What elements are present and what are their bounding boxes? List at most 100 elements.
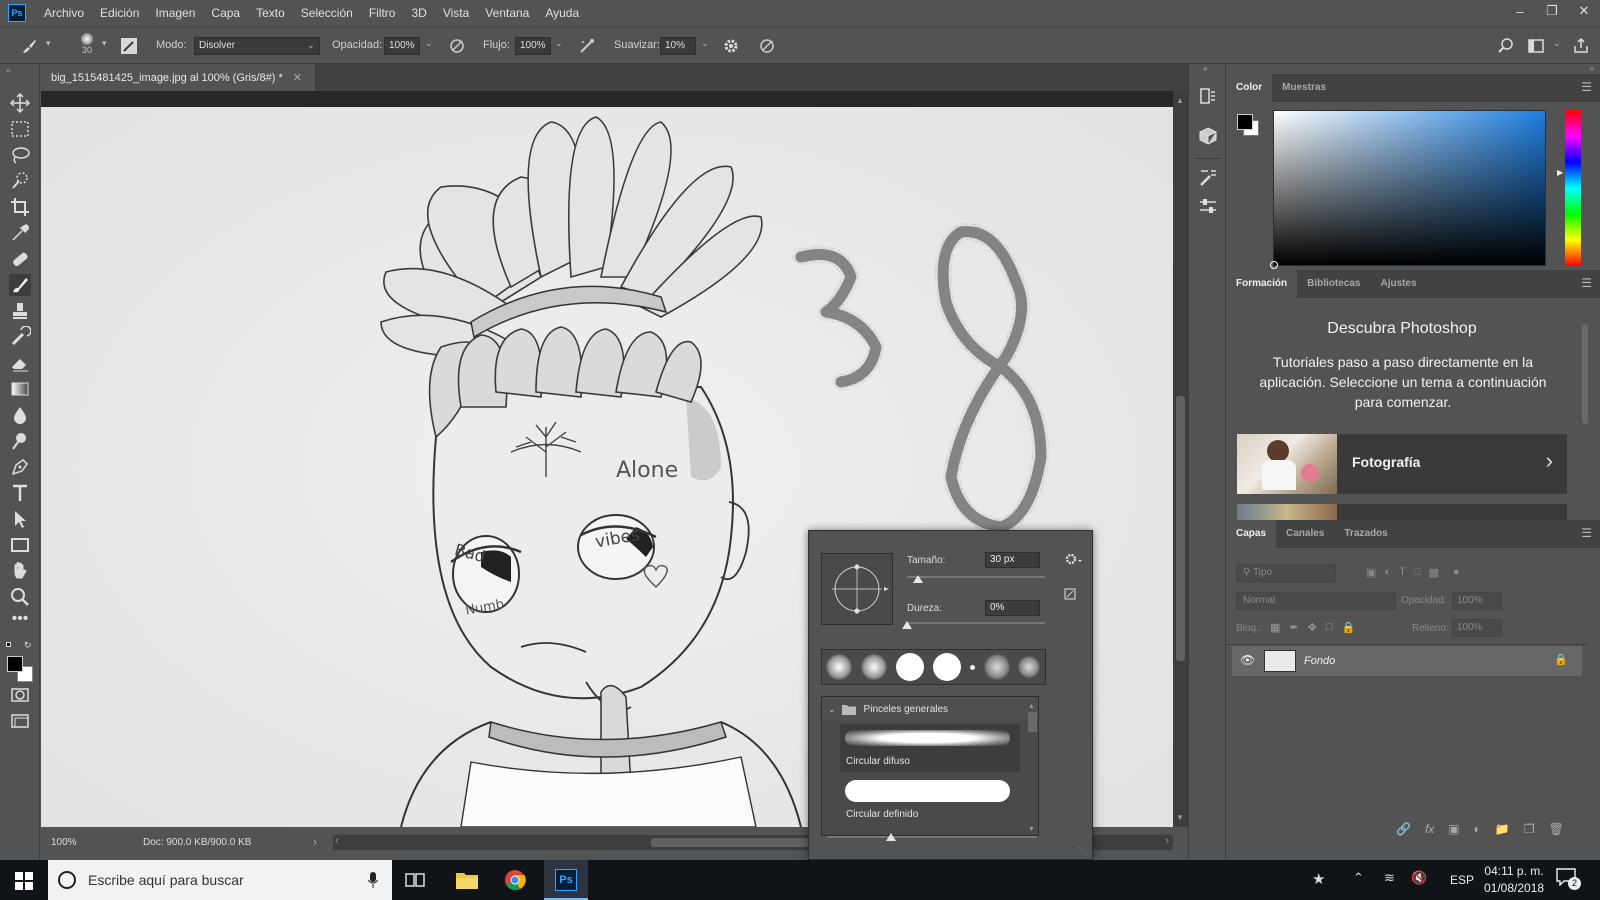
- properties-panel-icon[interactable]: [1198, 126, 1218, 146]
- flow-chevron-icon[interactable]: ⌄: [555, 38, 563, 49]
- rectangle-tool-icon[interactable]: [9, 534, 31, 556]
- topic-card-fotografia[interactable]: Fotografía ›: [1237, 434, 1567, 494]
- menu-3d[interactable]: 3D: [403, 0, 434, 26]
- brush-preset-picker[interactable]: 30: [75, 33, 99, 61]
- brush-item-circular-definido[interactable]: Circular definido: [840, 774, 1020, 824]
- filter-toggle-icon[interactable]: ●: [1453, 566, 1460, 579]
- people-icon[interactable]: ★: [1312, 870, 1325, 888]
- foreground-color-swatch[interactable]: [7, 656, 23, 672]
- file-explorer-button[interactable]: [448, 860, 486, 900]
- layer-filter-select[interactable]: ⚲ Tipo: [1236, 564, 1336, 582]
- tab-muestras[interactable]: Muestras: [1272, 74, 1336, 102]
- layers-panel-menu-icon[interactable]: ☰: [1581, 526, 1592, 540]
- network-icon[interactable]: ≋: [1384, 870, 1395, 886]
- tab-capas[interactable]: Capas: [1226, 520, 1277, 548]
- hardness-slider-track[interactable]: [907, 622, 1045, 624]
- learn-panel-menu-icon[interactable]: ☰: [1581, 276, 1592, 290]
- fx-icon[interactable]: fx: [1425, 822, 1434, 836]
- tab-color[interactable]: Color: [1226, 74, 1273, 102]
- recent-brush-tip[interactable]: [1018, 656, 1041, 678]
- size-input[interactable]: 30 px: [985, 552, 1040, 568]
- color-panel-menu-icon[interactable]: ☰: [1581, 80, 1592, 94]
- brush-list-scrollbar[interactable]: ▲ ▼: [1028, 703, 1038, 833]
- brush-folder-row[interactable]: ⌄ Pinceles generales: [822, 697, 1038, 721]
- scroll-left-icon[interactable]: ‹: [335, 835, 339, 847]
- brush-tool-icon[interactable]: [20, 37, 38, 55]
- clock-time[interactable]: 04:11 p. m.: [1483, 864, 1545, 878]
- scroll-right-icon[interactable]: ›: [1165, 835, 1169, 847]
- flow-input[interactable]: 100%: [515, 37, 551, 55]
- show-hidden-icons-chevron[interactable]: ⌃: [1353, 870, 1364, 886]
- type-filter-icon[interactable]: T: [1399, 566, 1406, 579]
- recent-brush-tip[interactable]: [932, 653, 961, 681]
- tab-bibliotecas[interactable]: Bibliotecas: [1297, 270, 1370, 298]
- vertical-scroll-thumb[interactable]: [1176, 396, 1185, 661]
- menu-ventana[interactable]: Ventana: [477, 0, 537, 26]
- adjustment-icon[interactable]: ◐: [1474, 822, 1481, 836]
- volume-muted-icon[interactable]: 🔇: [1411, 870, 1427, 886]
- shape-filter-icon[interactable]: □: [1414, 566, 1421, 579]
- pixel-filter-icon[interactable]: ▣: [1366, 566, 1376, 579]
- hand-tool-icon[interactable]: [9, 560, 31, 582]
- workspace-icon[interactable]: [1527, 37, 1545, 55]
- microphone-icon[interactable]: [368, 872, 378, 888]
- scroll-up-icon[interactable]: ▲: [1176, 96, 1184, 105]
- brush-tool-button[interactable]: [9, 274, 31, 296]
- airbrush-icon[interactable]: [578, 37, 596, 55]
- menu-vista[interactable]: Vista: [435, 0, 477, 26]
- language-indicator[interactable]: ESP: [1450, 873, 1474, 887]
- history-panel-icon[interactable]: [1198, 86, 1218, 106]
- gradient-tool-icon[interactable]: [9, 378, 31, 400]
- preview-size-slider-track[interactable]: [827, 836, 1037, 838]
- size-slider-thumb[interactable]: [913, 575, 924, 583]
- pen-tool-icon[interactable]: [9, 456, 31, 478]
- pressure-size-icon[interactable]: [758, 37, 776, 55]
- hue-slider[interactable]: [1565, 110, 1581, 266]
- chrome-button[interactable]: [496, 860, 534, 900]
- reset-brush-icon[interactable]: [1063, 587, 1077, 601]
- hardness-slider-thumb[interactable]: [902, 621, 912, 629]
- clock-date[interactable]: 01/08/2018: [1483, 881, 1545, 895]
- recent-brush-tip[interactable]: [861, 654, 888, 680]
- link-icon[interactable]: 🔗: [1396, 822, 1411, 836]
- screen-mode-icon[interactable]: [9, 710, 31, 732]
- gear-icon[interactable]: [1064, 551, 1082, 567]
- foreground-color-swatch[interactable]: [1237, 114, 1253, 130]
- size-slider-track[interactable]: [907, 576, 1045, 578]
- zoom-tool-icon[interactable]: [9, 586, 31, 608]
- workspace-chevron-icon[interactable]: ⌄: [1553, 38, 1561, 49]
- menu-archivo[interactable]: Archivo: [36, 0, 92, 26]
- learn-scroll-thumb[interactable]: [1582, 324, 1588, 424]
- tool-preset-chevron-icon[interactable]: ▾: [46, 38, 51, 49]
- recent-brush-tip[interactable]: [969, 664, 975, 670]
- tab-trazados[interactable]: Trazados: [1334, 520, 1397, 548]
- close-button[interactable]: ✕: [1568, 0, 1600, 22]
- restore-button[interactable]: ❐: [1536, 0, 1568, 22]
- minimize-button[interactable]: –: [1504, 0, 1536, 22]
- menu-edicion[interactable]: Edición: [92, 0, 147, 26]
- swap-colors-icon[interactable]: ↻: [24, 640, 32, 651]
- move-tool-icon[interactable]: [9, 92, 31, 114]
- gear-icon[interactable]: [722, 37, 740, 55]
- group-icon[interactable]: 📁: [1495, 822, 1510, 836]
- recent-brush-tip[interactable]: [896, 653, 925, 681]
- mode-select[interactable]: Disolver ⌄: [194, 37, 320, 55]
- lock-all-icon[interactable]: 🔒: [1342, 621, 1356, 634]
- blend-mode-select[interactable]: Normal: [1236, 592, 1396, 610]
- action-center-button[interactable]: 2: [1556, 868, 1582, 892]
- scroll-down-icon[interactable]: ▼: [1176, 813, 1184, 822]
- scroll-down-icon[interactable]: ▼: [1028, 826, 1035, 833]
- healing-brush-tool-icon[interactable]: [9, 248, 31, 270]
- menu-filtro[interactable]: Filtro: [361, 0, 404, 26]
- hardness-input[interactable]: 0%: [985, 600, 1040, 616]
- task-view-icon[interactable]: [405, 872, 425, 888]
- eraser-tool-icon[interactable]: [9, 352, 31, 374]
- dodge-tool-icon[interactable]: [9, 430, 31, 452]
- tab-canales[interactable]: Canales: [1276, 520, 1334, 548]
- lock-position-icon[interactable]: ✥: [1308, 621, 1317, 634]
- lock-artboard-icon[interactable]: □: [1326, 621, 1333, 634]
- layer-opacity-input[interactable]: 100%: [1452, 592, 1502, 610]
- menu-texto[interactable]: Texto: [248, 0, 293, 26]
- scroll-up-icon[interactable]: ▲: [1028, 703, 1038, 710]
- color-picker-marker[interactable]: [1270, 261, 1278, 269]
